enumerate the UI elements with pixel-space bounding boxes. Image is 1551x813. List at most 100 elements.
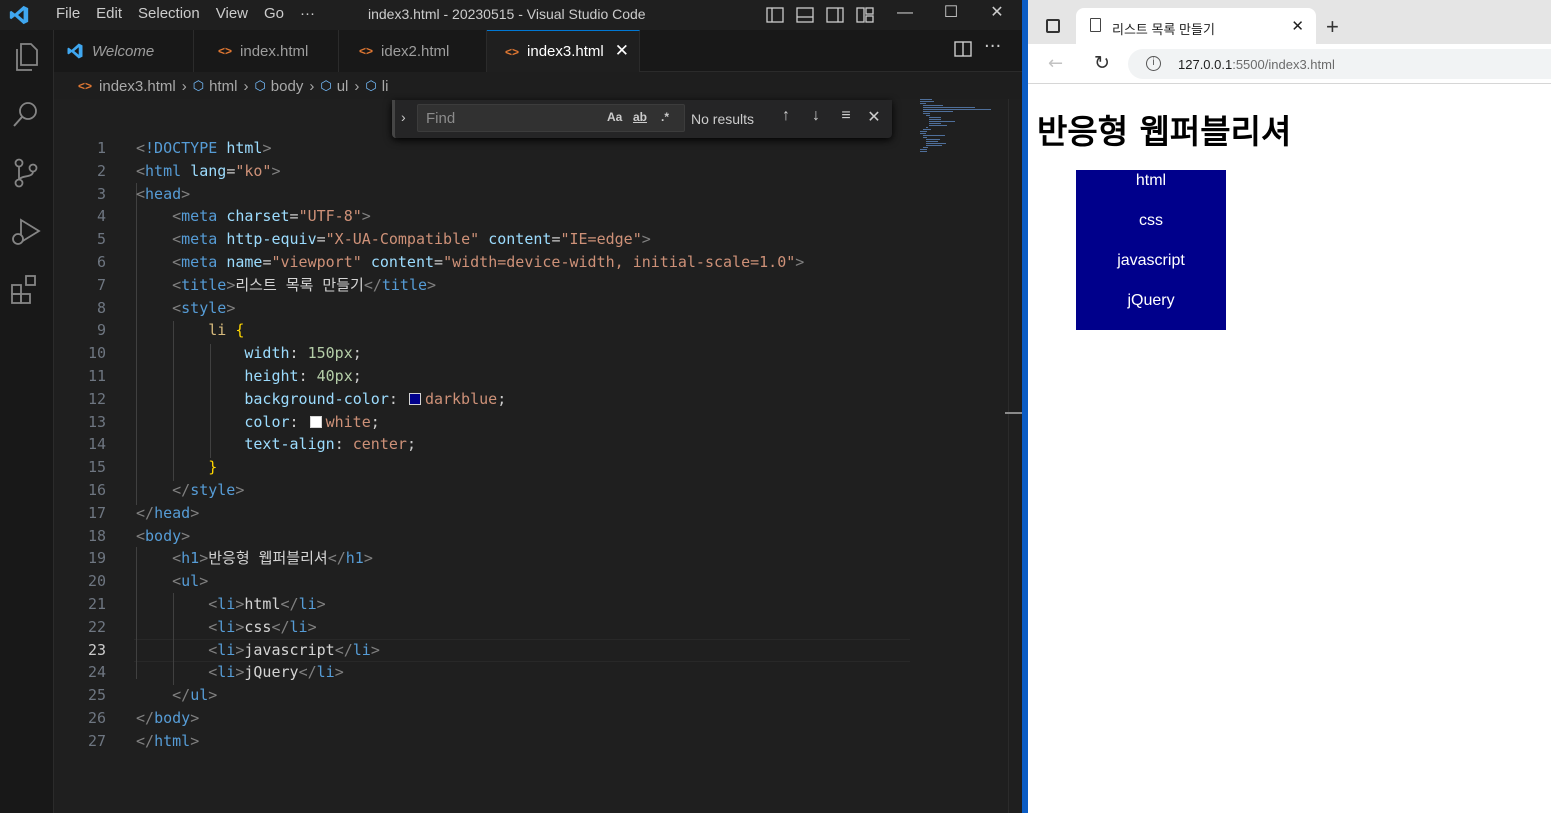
color-swatch[interactable] <box>408 392 421 405</box>
toggle-secondary-sidebar-icon[interactable] <box>824 5 846 25</box>
close-tab-icon[interactable]: ✕ <box>615 41 629 61</box>
url-host: 127.0.0.1 <box>1178 57 1233 72</box>
code-line[interactable]: 11 height: 40px; <box>54 365 910 388</box>
breadcrumb-item-li[interactable]: li <box>382 78 389 95</box>
vscode-logo-icon <box>9 5 29 25</box>
back-arrow-icon[interactable]: ← <box>1048 53 1063 74</box>
chevron-right-icon: › <box>309 77 315 95</box>
search-icon[interactable] <box>9 97 43 131</box>
reload-icon[interactable]: ↻ <box>1094 52 1110 74</box>
match-whole-word-toggle[interactable]: ab <box>633 110 647 124</box>
toggle-panel-icon[interactable] <box>794 5 816 25</box>
code-line[interactable]: 6 <meta name="viewport" content="width=d… <box>54 251 910 274</box>
code-line[interactable]: 14 text-align: center; <box>54 433 910 456</box>
more-actions-icon[interactable]: ··· <box>984 36 1001 57</box>
tab-actions-icon[interactable] <box>1046 19 1060 33</box>
code-line[interactable]: 25 </ul> <box>54 684 910 707</box>
scrollbar-cursor-marker <box>1005 412 1022 414</box>
code-line[interactable]: 13 color: white; <box>54 411 910 434</box>
code-text: <!DOCTYPE html> <box>136 139 272 157</box>
run-and-debug-icon[interactable] <box>9 214 43 248</box>
line-number: 11 <box>87 367 106 385</box>
code-line[interactable]: 9 li { <box>54 319 910 342</box>
page-heading: 반응형 웹퍼블리셔 <box>1037 112 1292 151</box>
menu-file[interactable]: File <box>48 3 88 25</box>
color-swatch[interactable] <box>309 415 322 428</box>
breadcrumb-item-html[interactable]: html <box>209 78 237 95</box>
code-line[interactable]: 19 <h1>반응형 웹퍼블리셔</h1> <box>54 547 910 570</box>
code-line[interactable]: 8 <style> <box>54 297 910 320</box>
code-line[interactable]: 12 background-color: darkblue; <box>54 388 910 411</box>
extensions-icon[interactable] <box>9 272 43 306</box>
code-line[interactable]: 2 <html lang="ko"> <box>54 160 910 183</box>
minimize-button[interactable]: — <box>890 2 920 24</box>
close-find-icon[interactable]: ✕ <box>863 107 885 127</box>
code-line[interactable]: 3 <head> <box>54 183 910 206</box>
explorer-icon[interactable] <box>9 40 43 74</box>
code-line[interactable]: 7 <title>리스트 목록 만들기</title> <box>54 274 910 297</box>
code-line[interactable]: 22 <li>css</li> <box>54 616 910 639</box>
menu-selection[interactable]: Selection <box>130 3 208 25</box>
menu-more[interactable]: ··· <box>292 3 323 25</box>
menu-go[interactable]: Go <box>256 3 292 25</box>
site-info-icon[interactable]: i <box>1146 56 1161 71</box>
code-line[interactable]: 23 <li>javascript</li> <box>54 639 910 662</box>
editor-tab-bar: Welcome <> index.html <> idex2.html <> i… <box>54 30 1022 72</box>
code-line[interactable]: 15 } <box>54 456 910 479</box>
browser-tab[interactable]: 리스트 목록 만들기 ✕ <box>1076 8 1316 44</box>
toggle-replace-chevron-icon[interactable]: › <box>401 109 406 125</box>
code-text: <li>css</li> <box>208 617 317 636</box>
code-text: <body> <box>136 526 191 545</box>
menu-view[interactable]: View <box>208 3 256 25</box>
menu-bar: File Edit Selection View Go ··· <box>48 3 323 25</box>
code-line[interactable]: 26 </body> <box>54 707 910 730</box>
match-case-toggle[interactable]: Aa <box>607 110 622 124</box>
code-line[interactable]: 21 <li>html</li> <box>54 593 910 616</box>
code-line[interactable]: 24 <li>jQuery</li> <box>54 661 910 684</box>
code-line[interactable]: 27 </html> <box>54 730 910 753</box>
customize-layout-icon[interactable] <box>854 5 876 25</box>
previous-match-arrow-up-icon[interactable]: ↑ <box>775 107 797 125</box>
code-editor[interactable]: 1 <!DOCTYPE html> 2 <html lang="ko"> 3 <head>… <box>54 99 1022 813</box>
maximize-button[interactable]: ☐ <box>936 2 966 24</box>
address-bar[interactable]: i 127.0.0.1:5500/index3.html <box>1128 49 1551 79</box>
line-number: 4 <box>96 207 106 226</box>
split-editor-icon[interactable] <box>954 40 972 62</box>
code-text: </ul> <box>172 686 218 705</box>
use-regex-toggle[interactable]: .* <box>661 110 669 124</box>
toggle-primary-sidebar-icon[interactable] <box>764 5 786 25</box>
code-text: <h1>반응형 웹퍼블리셔</h1> <box>172 549 373 568</box>
code-text: text-align: center; <box>244 435 416 454</box>
new-tab-button[interactable]: + <box>1326 14 1339 40</box>
code-line[interactable]: 17 </head> <box>54 502 910 525</box>
code-text: <meta http-equiv="X-UA-Compatible" conte… <box>172 230 651 249</box>
code-text: <li>html</li> <box>208 595 326 613</box>
list-item: javascript <box>1076 250 1226 290</box>
menu-edit[interactable]: Edit <box>88 3 130 25</box>
breadcrumb-item-ul[interactable]: ul <box>337 78 349 95</box>
tab-idex2-html[interactable]: <> idex2.html <box>339 30 487 72</box>
browser-tab-title: 리스트 목록 만들기 <box>1112 22 1215 37</box>
code-line[interactable]: 16 </style> <box>54 479 910 502</box>
chevron-right-icon: › <box>181 77 187 95</box>
breadcrumb-item-file[interactable]: index3.html <box>99 78 176 95</box>
code-line[interactable]: 20 <ul> <box>54 570 910 593</box>
code-line[interactable]: 10 width: 150px; <box>54 342 910 365</box>
code-line[interactable]: 5 <meta http-equiv="X-UA-Compatible" con… <box>54 228 910 251</box>
tab-welcome[interactable]: Welcome <box>54 30 194 72</box>
code-line[interactable]: 4 <meta charset="UTF-8"> <box>54 205 910 228</box>
source-control-icon[interactable] <box>9 156 43 190</box>
editor-scrollbar[interactable] <box>1008 99 1022 813</box>
code-line[interactable]: 18 <body> <box>54 525 910 548</box>
line-number: 21 <box>87 595 106 613</box>
line-number: 3 <box>96 184 106 203</box>
tab-index3-html[interactable]: <> index3.html ✕ <box>487 30 640 72</box>
minimap[interactable] <box>918 97 998 157</box>
code-line[interactable]: 1 <!DOCTYPE html> <box>54 137 910 160</box>
next-match-arrow-down-icon[interactable]: ↓ <box>805 107 827 125</box>
find-in-selection-icon[interactable]: ≡ <box>835 107 857 125</box>
close-window-button[interactable]: ✕ <box>982 2 1012 24</box>
tab-index-html[interactable]: <> index.html <box>194 30 339 72</box>
close-tab-icon[interactable]: ✕ <box>1291 17 1304 35</box>
breadcrumb-item-body[interactable]: body <box>271 78 304 95</box>
